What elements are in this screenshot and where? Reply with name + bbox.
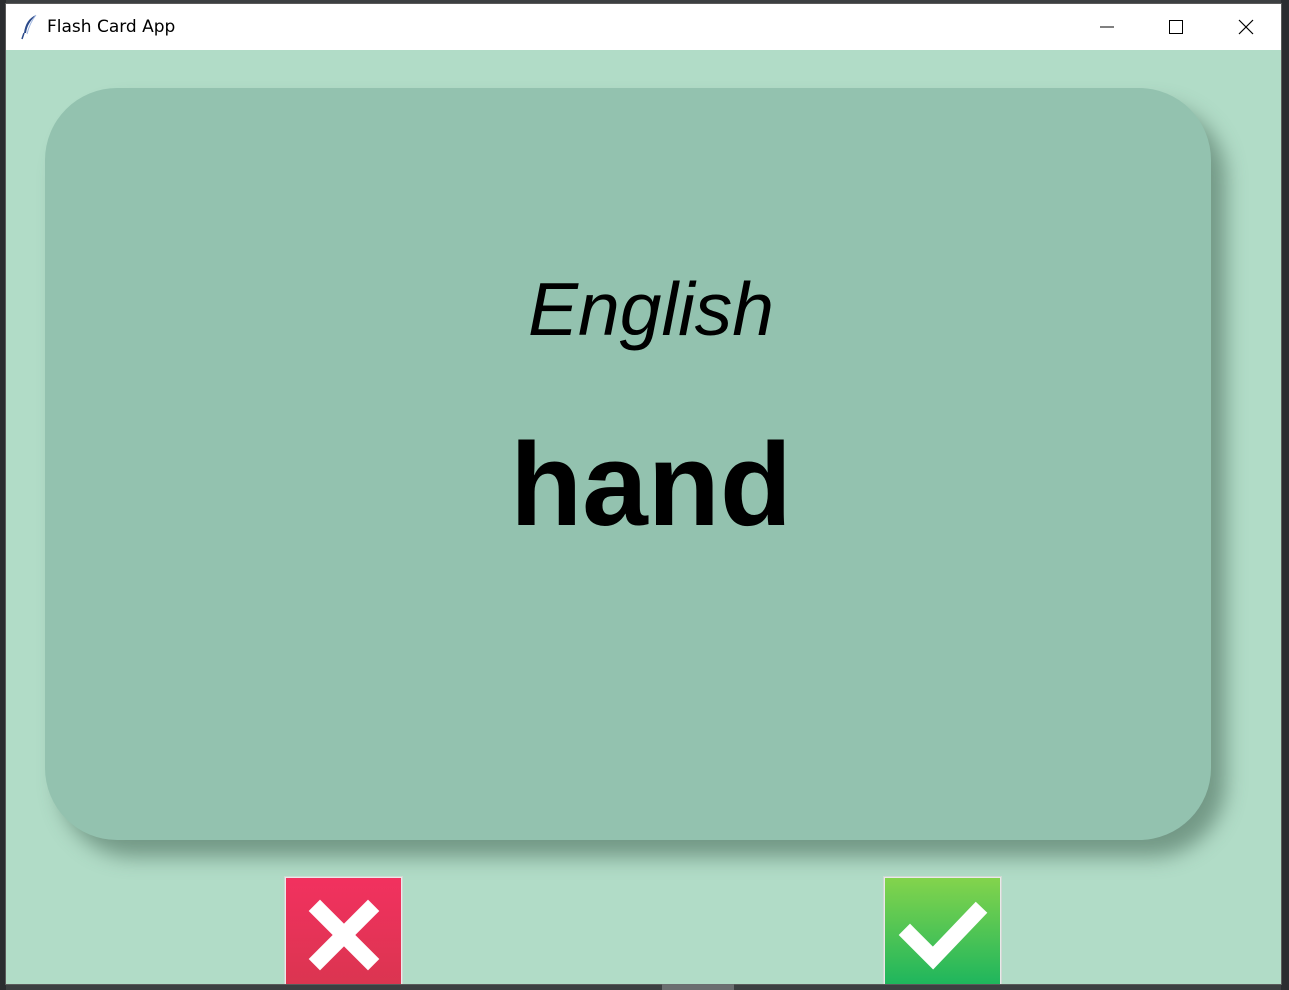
app-window: Flash Card App English hand <box>6 4 1281 984</box>
checkmark-icon <box>898 901 988 970</box>
background-window-edge-right <box>1281 0 1289 990</box>
card-language-container: English <box>45 272 1257 347</box>
maximize-button[interactable] <box>1141 4 1211 50</box>
close-icon <box>1238 19 1254 35</box>
window-title: Flash Card App <box>47 17 176 37</box>
title-bar[interactable]: Flash Card App <box>6 4 1281 50</box>
wrong-button[interactable] <box>285 877 402 984</box>
close-button[interactable] <box>1211 4 1281 50</box>
background-scrollbar <box>662 984 734 990</box>
minimize-icon <box>1099 19 1115 35</box>
right-button[interactable] <box>884 877 1001 984</box>
feather-icon <box>20 14 40 40</box>
cross-icon <box>308 899 380 971</box>
card-language: English <box>528 267 774 351</box>
maximize-icon <box>1168 19 1184 35</box>
card-word: hand <box>510 419 792 551</box>
card-word-container: hand <box>45 426 1257 544</box>
minimize-button[interactable] <box>1072 4 1142 50</box>
